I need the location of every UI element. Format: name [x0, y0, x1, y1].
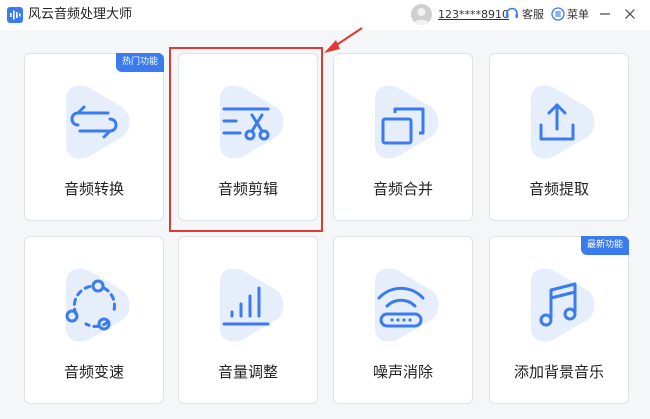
- convert-icon: [66, 85, 130, 159]
- feature-card-extract[interactable]: 音频提取: [489, 53, 629, 221]
- noise-icon: [375, 268, 439, 342]
- app-title: 风云音频处理大师: [28, 7, 133, 22]
- headset-icon[interactable]: [505, 7, 519, 21]
- speed-icon: [65, 268, 130, 342]
- avatar[interactable]: [411, 4, 432, 25]
- feature-label: 音频提取: [528, 180, 589, 198]
- feature-card-speed[interactable]: 音频变速: [24, 236, 164, 404]
- close-button[interactable]: [622, 6, 638, 22]
- menu-icon[interactable]: [551, 7, 565, 21]
- music-note-icon: [531, 268, 595, 342]
- hot-badge: 热门功能: [115, 53, 164, 72]
- feature-card-noise[interactable]: 噪声消除: [333, 236, 473, 404]
- feature-card-volume[interactable]: 音量调整: [178, 236, 318, 404]
- new-badge: 最新功能: [580, 236, 629, 255]
- feature-label: 添加背景音乐: [513, 363, 604, 381]
- highlight-box: [169, 47, 323, 232]
- volume-icon: [220, 268, 284, 342]
- user-name-link[interactable]: 123****8910: [438, 8, 509, 21]
- feature-label: 音频合并: [372, 180, 433, 198]
- extract-icon: [531, 85, 595, 159]
- feature-card-convert[interactable]: 音频转换 热门功能: [24, 53, 164, 221]
- minimize-button[interactable]: [597, 6, 613, 22]
- feature-label: 音量调整: [217, 363, 278, 381]
- menu-link[interactable]: 菜单: [567, 8, 589, 21]
- feature-label: 音频变速: [63, 363, 124, 381]
- feature-label: 噪声消除: [372, 363, 433, 381]
- feature-card-merge[interactable]: 音频合并: [333, 53, 473, 221]
- feature-card-bgmusic[interactable]: 添加背景音乐 最新功能: [489, 236, 629, 404]
- app-logo-icon: [7, 7, 23, 23]
- support-link[interactable]: 客服: [522, 8, 544, 21]
- feature-label: 音频转换: [63, 180, 124, 198]
- merge-icon: [375, 85, 439, 159]
- pointer-arrow-icon: [324, 27, 363, 53]
